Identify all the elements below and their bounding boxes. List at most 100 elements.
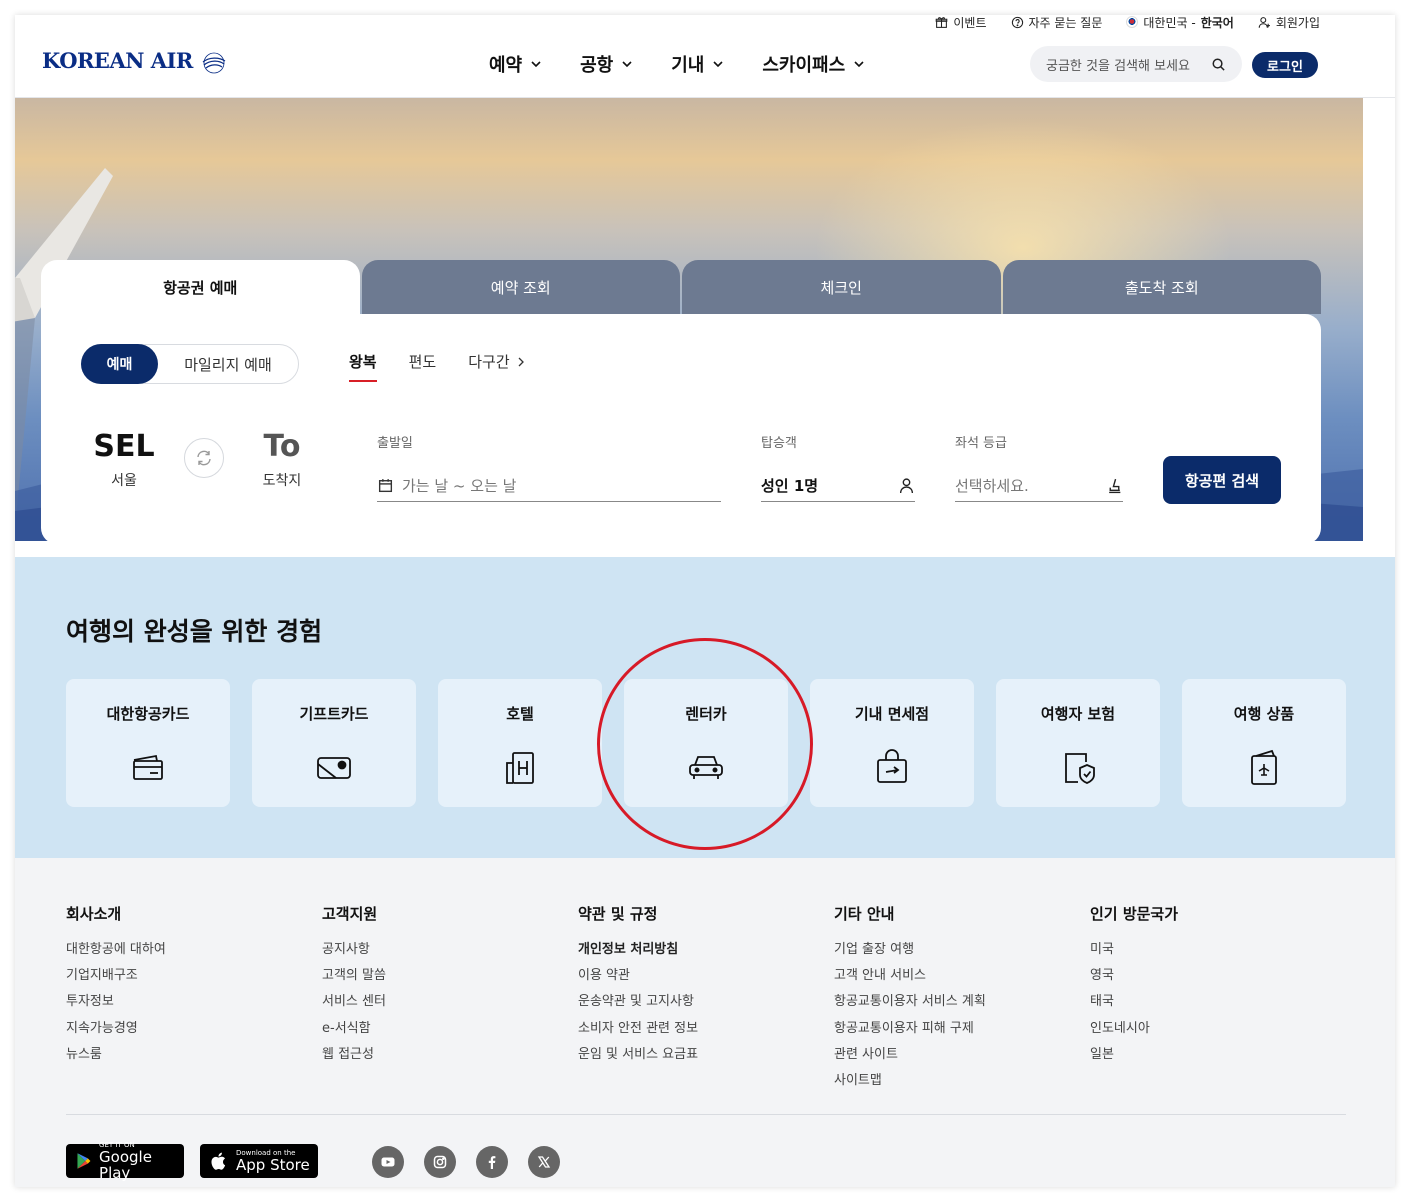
page: 이벤트 자주 묻는 질문 대한민국 - 한국어 회원가입 KOREAN AIR … xyxy=(15,15,1395,1187)
x-link[interactable] xyxy=(528,1146,560,1178)
google-play-icon xyxy=(77,1153,91,1169)
departure-date-input[interactable]: 가는 날 ~ 오는 날 xyxy=(377,470,721,502)
card-korean-air-card[interactable]: 대한항공카드 xyxy=(66,679,230,807)
footer-link[interactable]: 뉴스룸 xyxy=(66,1045,166,1071)
tab-flight-status[interactable]: 출도착 조회 xyxy=(1002,260,1321,314)
youtube-link[interactable] xyxy=(372,1146,404,1178)
footer-link[interactable]: 태국 xyxy=(1090,992,1178,1018)
util-signup[interactable]: 회원가입 xyxy=(1258,15,1320,30)
nav-skypass[interactable]: 스카이패스 xyxy=(762,51,865,77)
footer-link[interactable]: 운임 및 서비스 요금표 xyxy=(578,1045,698,1071)
departure-date-field[interactable]: 출발일 가는 날 ~ 오는 날 xyxy=(377,432,721,502)
instagram-icon xyxy=(433,1155,447,1169)
login-button[interactable]: 로그인 xyxy=(1252,52,1318,78)
nav-reservation[interactable]: 예약 xyxy=(489,51,542,77)
car-icon xyxy=(689,756,723,779)
footer-link[interactable]: 일본 xyxy=(1090,1045,1178,1071)
instagram-link[interactable] xyxy=(424,1146,456,1178)
nav-skypass-label: 스카이패스 xyxy=(762,55,846,76)
nav-airport[interactable]: 공항 xyxy=(580,51,633,77)
footer-link[interactable]: 인도네시아 xyxy=(1090,1019,1178,1045)
footer-link[interactable]: 공지사항 xyxy=(322,940,386,966)
apple-icon xyxy=(211,1152,226,1170)
nav-inflight[interactable]: 기내 xyxy=(671,51,724,77)
cabin-class-select[interactable]: 선택하세요. xyxy=(955,470,1123,502)
trip-roundtrip-label: 왕복 xyxy=(349,353,377,371)
card-label: 기프트카드 xyxy=(299,705,369,723)
footer-link[interactable]: e-서식함 xyxy=(322,1019,386,1045)
trip-roundtrip[interactable]: 왕복 xyxy=(349,351,377,382)
gift-card-icon xyxy=(317,757,351,779)
footer-link[interactable]: 서비스 센터 xyxy=(322,992,386,1018)
footer-link[interactable]: 미국 xyxy=(1090,940,1178,966)
site-search-input[interactable]: 궁금한 것을 검색해 보세요 xyxy=(1030,46,1242,82)
tab-manage-booking[interactable]: 예약 조회 xyxy=(361,260,680,314)
korea-flag-icon xyxy=(1126,16,1139,28)
app-store-badge[interactable]: Download on the App Store xyxy=(200,1144,318,1178)
tab-checkin[interactable]: 체크인 xyxy=(682,260,1001,314)
korean-air-logo[interactable]: KOREAN AIR xyxy=(42,45,229,75)
booking-tabs: 항공권 예매 예약 조회 체크인 출도착 조회 xyxy=(41,260,1321,314)
footer-link[interactable]: 영국 xyxy=(1090,966,1178,992)
youtube-icon xyxy=(381,1157,395,1167)
cabin-class-field[interactable]: 좌석 등급 선택하세요. xyxy=(955,432,1123,502)
footer-link[interactable]: 투자정보 xyxy=(66,992,166,1018)
passengers-field[interactable]: 탑승객 성인 1명 xyxy=(761,432,915,502)
footer-link-privacy[interactable]: 개인정보 처리방침 xyxy=(578,940,698,966)
footer-col-company: 회사소개 대한항공에 대하여 기업지배구조 투자정보 지속가능경영 뉴스룸 xyxy=(66,903,166,1071)
card-gift-card[interactable]: 기프트카드 xyxy=(252,679,416,807)
card-travel-package[interactable]: 여행 상품 xyxy=(1182,679,1346,807)
footer-link[interactable]: 대한항공에 대하여 xyxy=(66,940,166,966)
trip-oneway[interactable]: 편도 xyxy=(409,351,437,372)
google-play-badge[interactable]: GET IT ON Google Play xyxy=(66,1141,184,1181)
passengers-label: 탑승객 xyxy=(761,436,797,451)
skyteam-logo-icon xyxy=(202,52,226,74)
footer-link[interactable]: 이용 약관 xyxy=(578,966,698,992)
tab-book-flight[interactable]: 항공권 예매 xyxy=(41,260,360,314)
footer-link[interactable]: 사이트맵 xyxy=(834,1071,986,1097)
footer-link[interactable]: 운송약관 및 고지사항 xyxy=(578,992,698,1018)
shopping-bag-icon xyxy=(877,749,907,783)
search-icon[interactable] xyxy=(1211,57,1226,72)
footer-link[interactable]: 항공교통이용자 피해 구제 xyxy=(834,1019,986,1045)
footer-link[interactable]: 관련 사이트 xyxy=(834,1045,986,1071)
flight-search-button[interactable]: 항공편 검색 xyxy=(1163,456,1281,504)
util-language[interactable]: 대한민국 - 한국어 xyxy=(1126,15,1234,30)
person-icon xyxy=(899,478,914,493)
trip-multicity[interactable]: 다구간 xyxy=(468,351,525,372)
user-plus-icon xyxy=(1258,16,1270,28)
util-faq[interactable]: 자주 묻는 질문 xyxy=(1011,15,1102,30)
passengers-value: 성인 1명 xyxy=(761,477,819,495)
card-label: 여행자 보험 xyxy=(1040,705,1116,723)
swap-airports-button[interactable] xyxy=(184,438,224,478)
passengers-input[interactable]: 성인 1명 xyxy=(761,470,915,502)
departure-date-label: 출발일 xyxy=(377,436,413,451)
departure-date-placeholder: 가는 날 ~ 오는 날 xyxy=(402,477,517,495)
hotel-icon xyxy=(506,752,534,784)
card-duty-free[interactable]: 기내 면세점 xyxy=(810,679,974,807)
help-circle-icon xyxy=(1011,16,1023,28)
footer-link[interactable]: 웹 접근성 xyxy=(322,1045,386,1071)
card-travel-insurance[interactable]: 여행자 보험 xyxy=(996,679,1160,807)
travel-experience-section: 여행의 완성을 위한 경험 대한항공카드 기프트카드 호텔 렌터카 기내 면세점 xyxy=(15,557,1395,858)
footer-link[interactable]: 고객의 말씀 xyxy=(322,966,386,992)
footer-link[interactable]: 고객 안내 서비스 xyxy=(834,966,986,992)
footer-link[interactable]: 항공교통이용자 서비스 계획 xyxy=(834,992,986,1018)
site-footer: 회사소개 대한항공에 대하여 기업지배구조 투자정보 지속가능경영 뉴스룸 고객… xyxy=(15,858,1395,1187)
footer-link[interactable]: 지속가능경영 xyxy=(66,1019,166,1045)
mode-mileage-button[interactable]: 마일리지 예매 xyxy=(158,354,298,375)
logo-text: KOREAN AIR xyxy=(42,47,193,73)
card-hotel[interactable]: 호텔 xyxy=(438,679,602,807)
seat-icon xyxy=(1109,478,1121,494)
card-rental-car[interactable]: 렌터카 xyxy=(624,679,788,807)
util-events[interactable]: 이벤트 xyxy=(935,15,987,30)
footer-link[interactable]: 기업지배구조 xyxy=(66,966,166,992)
origin-airport[interactable]: SEL 서울 xyxy=(84,429,164,490)
footer-col-title: 약관 및 규정 xyxy=(578,905,658,923)
mode-regular-button[interactable]: 예매 xyxy=(81,344,158,384)
facebook-link[interactable] xyxy=(476,1146,508,1178)
footer-col-countries: 인기 방문국가 미국 영국 태국 인도네시아 일본 xyxy=(1090,903,1178,1071)
footer-link[interactable]: 기업 출장 여행 xyxy=(834,940,986,966)
footer-link[interactable]: 소비자 안전 관련 정보 xyxy=(578,1019,698,1045)
destination-airport[interactable]: To 도착지 xyxy=(242,429,322,490)
